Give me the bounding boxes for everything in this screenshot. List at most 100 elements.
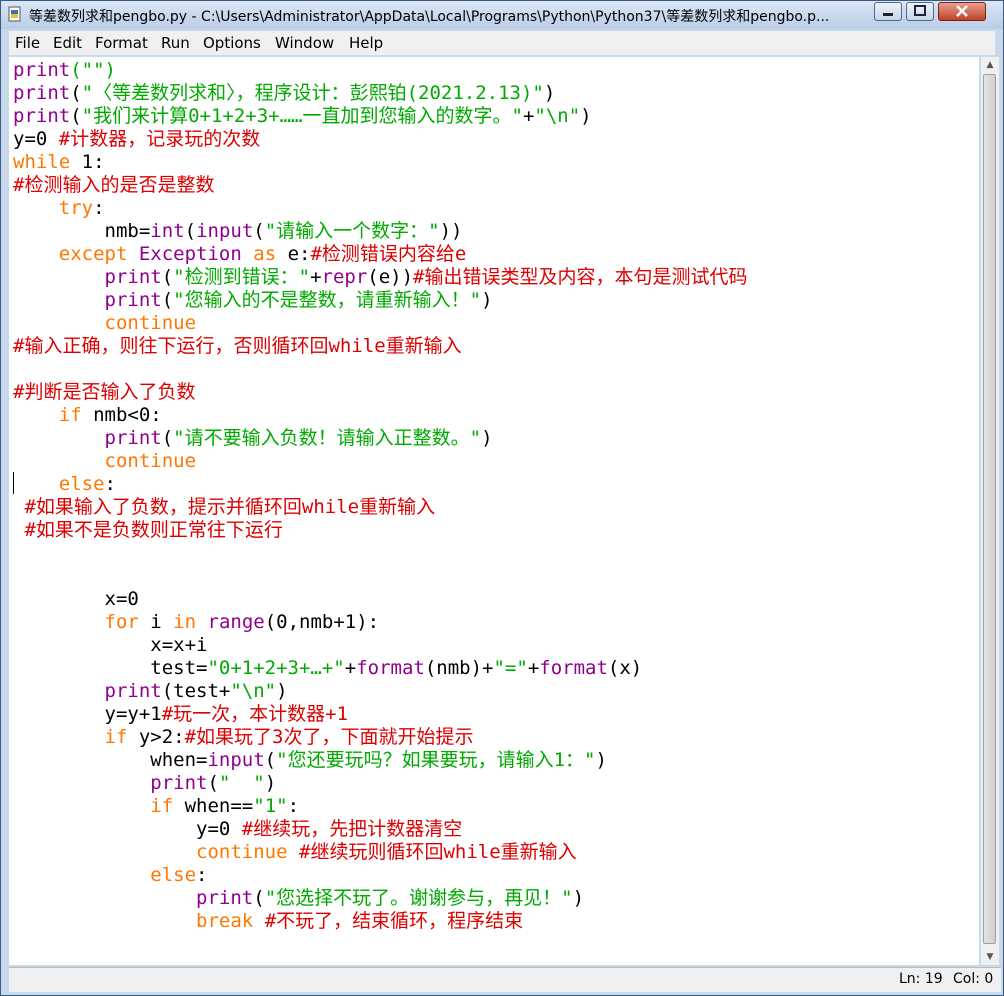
maximize-button[interactable] — [906, 2, 934, 21]
code-line[interactable]: for i in range(0,nmb+1): — [13, 611, 748, 634]
title-bar[interactable]: 等差数列求和pengbo.py - C:\Users\Administrator… — [1, 1, 1003, 29]
code-token: e: — [276, 243, 311, 265]
minimize-icon — [883, 13, 893, 16]
code-token: : — [104, 473, 116, 495]
code-line[interactable]: if y>2:#如果玩了3次了，下面就开始提示 — [13, 726, 748, 749]
menu-help[interactable]: Help — [349, 34, 383, 52]
code-line[interactable]: #如果输入了负数，提示并循环回while重新输入 — [13, 496, 748, 519]
code-line[interactable]: try: — [13, 197, 748, 220]
scrollbar-thumb[interactable] — [983, 74, 996, 944]
code-token: else — [58, 473, 105, 495]
close-icon — [956, 5, 968, 17]
code-line[interactable]: ​ — [13, 358, 748, 381]
code-token: ( — [161, 427, 174, 449]
scroll-up-arrow-icon[interactable]: ▲ — [981, 57, 999, 73]
minimize-button[interactable] — [874, 2, 902, 21]
code-line[interactable]: print("请不要输入负数！请输入正整数。") — [13, 427, 748, 450]
code-line[interactable]: print("〈等差数列求和〉，程序设计：彭熙铂(2021.2.13)") — [13, 82, 748, 105]
code-line[interactable]: print("您输入的不是整数，请重新输入！") — [13, 289, 748, 312]
menu-window[interactable]: Window — [275, 34, 334, 52]
code-token: "〈等差数列求和〉，程序设计：彭熙铂(2021.2.13)" — [81, 82, 544, 104]
menu-bar: File Edit Format Run Options Window Help — [9, 31, 995, 55]
menu-options[interactable]: Options — [203, 34, 261, 52]
code-line[interactable]: break #不玩了，结束循环，程序结束 — [13, 910, 748, 933]
code-token: #判断是否输入了负数 — [13, 381, 196, 403]
menu-edit[interactable]: Edit — [53, 34, 82, 52]
code-line[interactable]: else: — [13, 473, 748, 496]
code-line[interactable]: print(" ") — [13, 772, 748, 795]
code-line[interactable]: continue — [13, 312, 748, 335]
code-line[interactable]: print("您选择不玩了。谢谢参与，再见！") — [13, 887, 748, 910]
code-line[interactable]: while 1: — [13, 151, 748, 174]
code-token: Exception — [138, 243, 242, 265]
menu-run[interactable]: Run — [161, 34, 190, 52]
code-token: if — [58, 404, 82, 426]
code-token: break — [196, 910, 254, 932]
code-token: try — [58, 197, 94, 219]
scroll-down-arrow-icon[interactable]: ▼ — [981, 949, 999, 965]
code-line[interactable]: test="0+1+2+3+…+"+format(nmb)+"="+format… — [13, 657, 748, 680]
idle-editor-window: 等差数列求和pengbo.py - C:\Users\Administrator… — [0, 0, 1004, 996]
code-token: "您选择不玩了。谢谢参与，再见！" — [264, 887, 573, 909]
code-line[interactable]: except Exception as e:#检测错误内容给e — [13, 243, 748, 266]
code-line[interactable]: y=0 #计数器，记录玩的次数 — [13, 128, 748, 151]
code-token: i — [138, 611, 174, 633]
code-line[interactable]: y=0 #继续玩，先把计数器清空 — [13, 818, 748, 841]
code-line[interactable]: else: — [13, 864, 748, 887]
code-token: "请输入一个数字：" — [264, 220, 440, 242]
code-token: " " — [218, 772, 265, 794]
code-token: #检测输入的是否是整数 — [13, 174, 215, 196]
code-line[interactable]: #判断是否输入了负数 — [13, 381, 748, 404]
code-token: int — [150, 220, 185, 242]
vertical-scrollbar[interactable]: ▲ ▼ — [981, 57, 999, 965]
code-line[interactable]: #如果不是负数则正常往下运行 — [13, 519, 748, 542]
code-token: (e)) — [367, 266, 414, 288]
code-token: print — [104, 680, 162, 702]
code-token: when== — [173, 795, 254, 817]
code-line[interactable]: x=x+i — [13, 634, 748, 657]
code-line[interactable]: x=0 — [13, 588, 748, 611]
code-token: (x) — [607, 657, 643, 679]
code-line[interactable]: print("") — [13, 59, 748, 82]
code-token: ) — [481, 427, 493, 449]
code-line[interactable]: continue #继续玩则循环回while重新输入 — [13, 841, 748, 864]
code-line[interactable]: print("我们来计算0+1+2+3+……一直加到您输入的数字。"+"\n") — [13, 105, 748, 128]
code-token: : — [196, 864, 208, 886]
close-button[interactable] — [938, 2, 986, 21]
code-token: print — [196, 887, 254, 909]
menu-format[interactable]: Format — [95, 34, 148, 52]
code-line[interactable]: y=y+1#玩一次，本计数器+1 — [13, 703, 748, 726]
code-token: ( — [161, 289, 174, 311]
code-line[interactable]: if when=="1": — [13, 795, 748, 818]
code-line[interactable]: if nmb<0: — [13, 404, 748, 427]
code-line[interactable]: #输入正确，则往下运行，否则循环回while重新输入 — [13, 335, 748, 358]
code-token: if — [150, 795, 174, 817]
code-text-area[interactable]: print("") print("〈等差数列求和〉，程序设计：彭熙铂(2021.2… — [13, 59, 748, 933]
code-token: ) — [572, 887, 585, 909]
code-line[interactable]: print("检测到错误："+repr(e))#输出错误类型及内容，本句是测试代… — [13, 266, 748, 289]
code-editor[interactable]: print("") print("〈等差数列求和〉，程序设计：彭熙铂(2021.2… — [9, 57, 979, 965]
code-line[interactable]: ​ — [13, 565, 748, 588]
code-token: y=0 — [13, 128, 59, 150]
code-line[interactable]: ​ — [13, 542, 748, 565]
code-token: + — [344, 657, 357, 679]
code-token: "0+1+2+3+…+" — [207, 657, 345, 679]
code-line[interactable]: continue — [13, 450, 748, 473]
code-line[interactable]: nmb=int(input("请输入一个数字：")) — [13, 220, 748, 243]
code-line[interactable]: print(test+"\n") — [13, 680, 748, 703]
code-line[interactable]: #检测输入的是否是整数 — [13, 174, 748, 197]
menu-file[interactable]: File — [15, 34, 40, 52]
code-line[interactable]: when=input("您还要玩吗？如果要玩，请输入1：") — [13, 749, 748, 772]
